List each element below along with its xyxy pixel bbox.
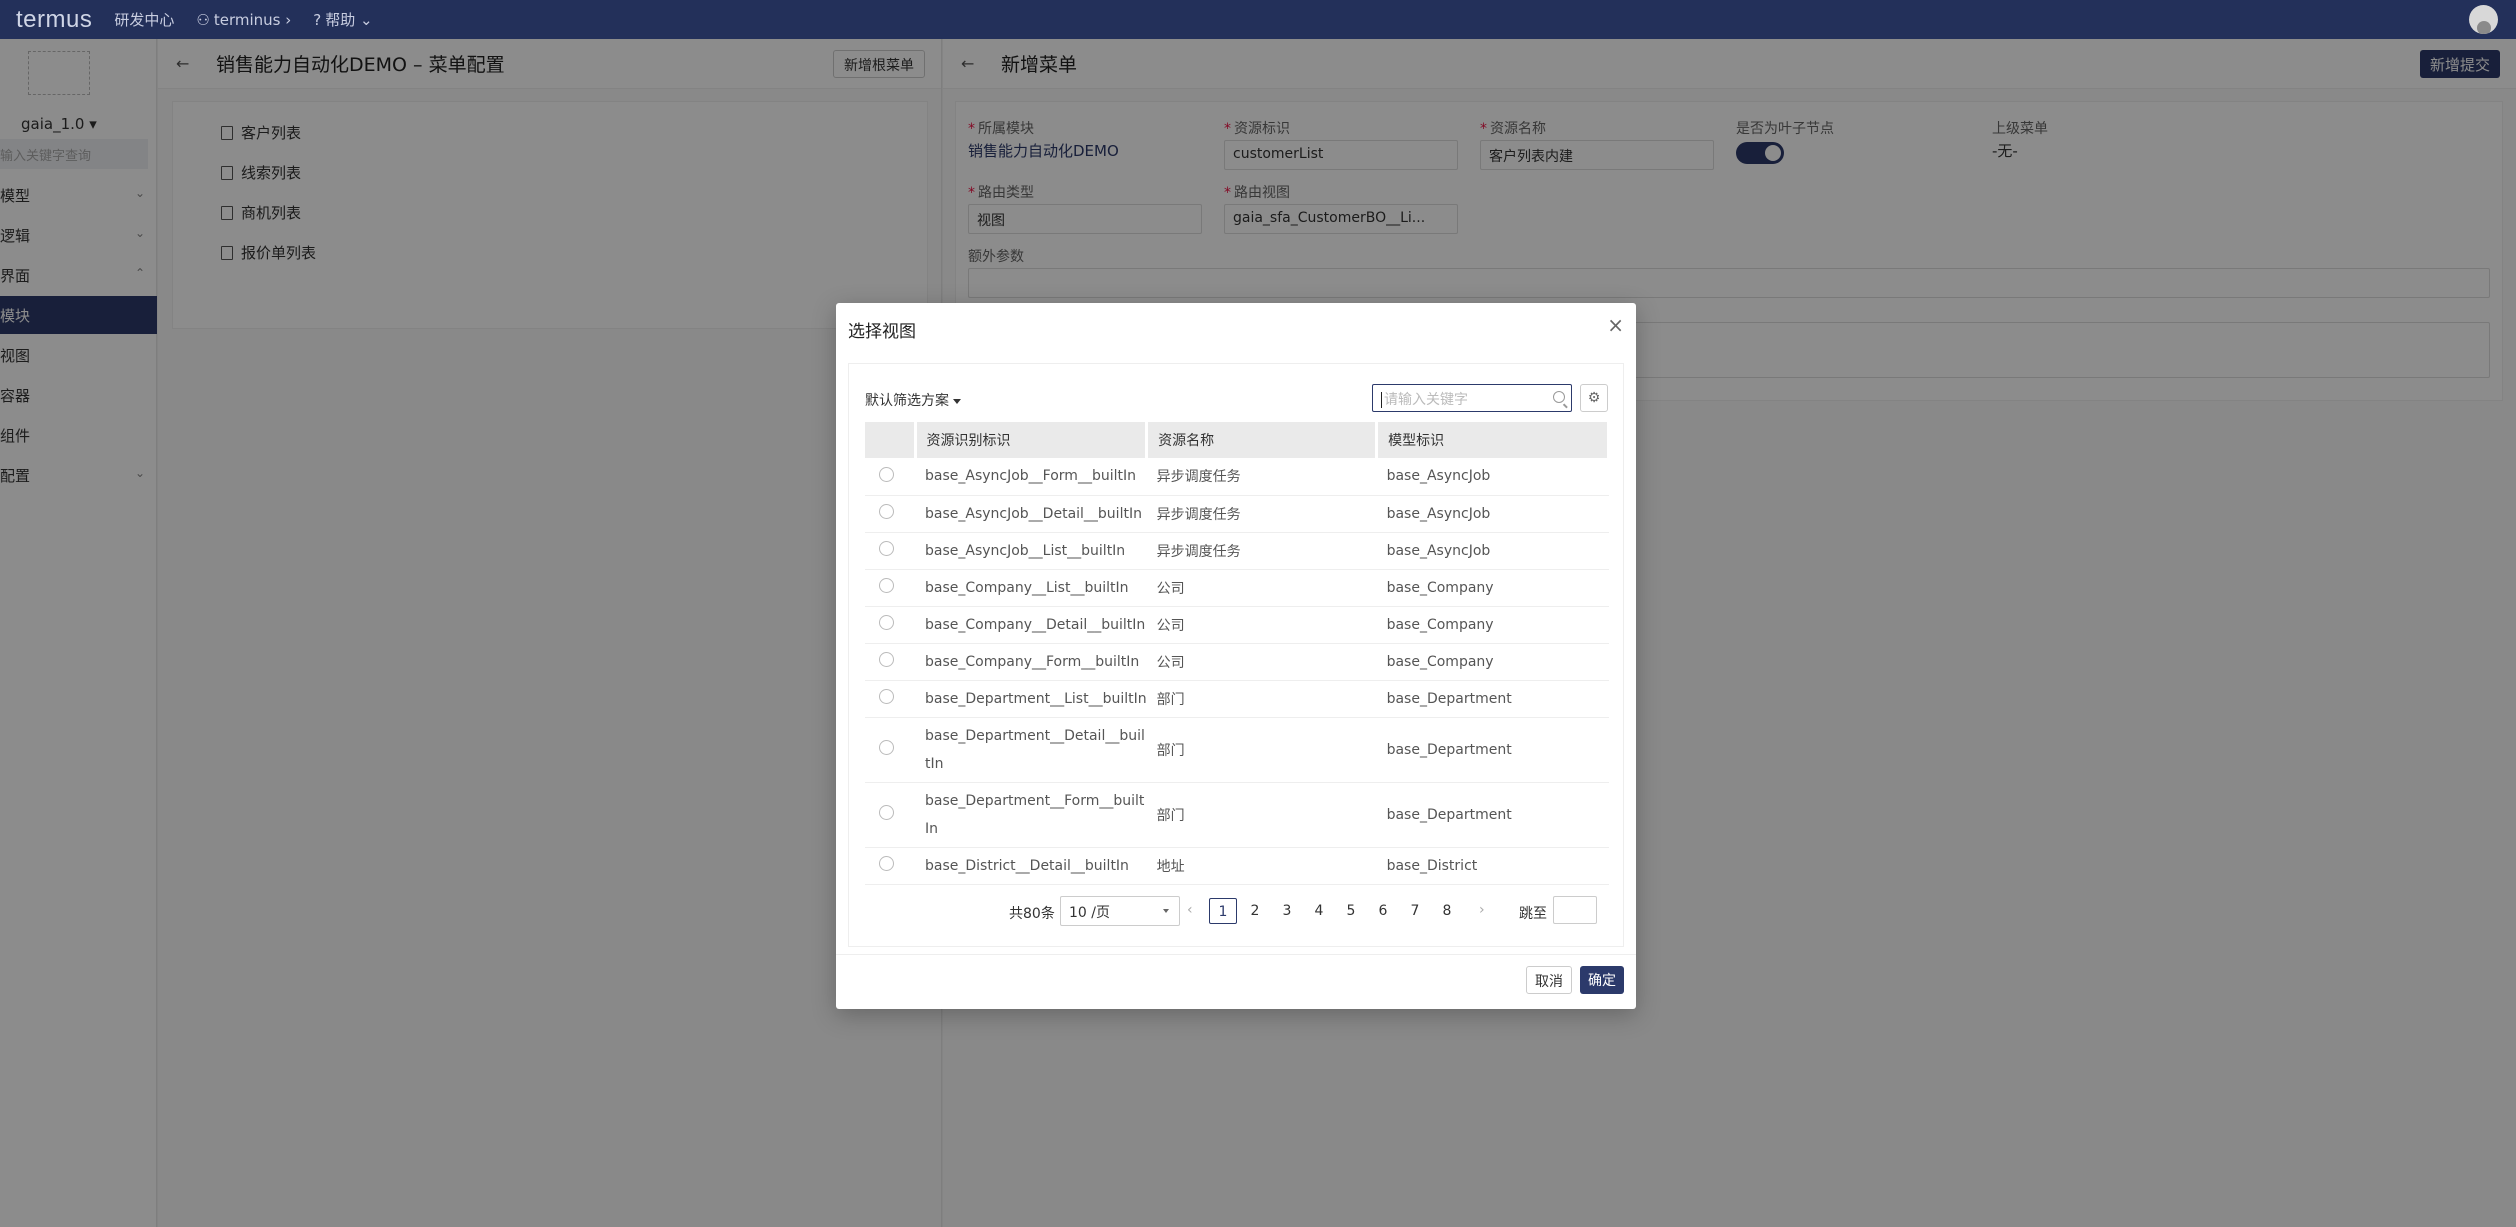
resource-name-cell: 公司: [1146, 569, 1377, 607]
user-icon: ⚇: [196, 10, 210, 29]
page-5[interactable]: 5: [1337, 898, 1365, 924]
resource-id-cell: base_Department__List__builtIn: [915, 680, 1147, 718]
total-count: 共80条: [1009, 906, 1055, 922]
resource-id-cell: base_Department__Detail__builtIn: [915, 717, 1147, 783]
page-8[interactable]: 8: [1433, 898, 1461, 924]
nav-rd-center[interactable]: 研发中心: [114, 9, 174, 30]
page-size-value: 10 /页: [1069, 905, 1110, 921]
resource-id-cell: base_AsyncJob__List__builtIn: [915, 532, 1147, 570]
row-radio[interactable]: [879, 541, 894, 556]
resource-id-cell: base_Department__Form__builtIn: [915, 782, 1147, 848]
model-id-cell: base_AsyncJob: [1376, 458, 1609, 496]
modal-title: 选择视图: [848, 322, 916, 342]
column-header: 模型标识: [1376, 422, 1610, 458]
resource-name-cell: 公司: [1146, 643, 1377, 681]
search-placeholder: 请输入关键字: [1384, 392, 1468, 408]
search-icon[interactable]: [1553, 391, 1565, 403]
page-7[interactable]: 7: [1401, 898, 1429, 924]
modal-footer: 取消 确定: [836, 954, 1636, 1009]
nav-help[interactable]: ? 帮助 ⌄: [313, 9, 372, 30]
resource-name-cell: 部门: [1146, 717, 1377, 783]
table-row[interactable]: base_Department__Detail__builtIn 部门 base_D…: [865, 717, 1609, 783]
cancel-button[interactable]: 取消: [1526, 966, 1572, 994]
select-column-header: [865, 422, 917, 458]
row-radio[interactable]: [879, 689, 894, 704]
select-view-modal: 选择视图 × 默认筛选方案 请输入关键字 ⚙ 资源识别标识 资源名称 模型标识 …: [836, 303, 1636, 1009]
model-id-cell: base_AsyncJob: [1376, 532, 1609, 570]
page-4[interactable]: 4: [1305, 898, 1333, 924]
resource-id-cell: base_Company__Form__builtIn: [915, 643, 1147, 681]
table-row[interactable]: base_AsyncJob__List__builtIn 异步调度任务 base_A…: [865, 532, 1609, 570]
page-1[interactable]: 1: [1209, 898, 1237, 924]
resource-name-cell: 异步调度任务: [1146, 495, 1377, 533]
row-radio[interactable]: [879, 740, 894, 755]
row-radio[interactable]: [879, 805, 894, 820]
table-row[interactable]: base_District__Detail__builtIn 地址 base_Dis…: [865, 847, 1609, 885]
resource-id-cell: base_District__Detail__builtIn: [915, 847, 1147, 885]
next-page-icon[interactable]: ›: [1479, 902, 1485, 918]
row-radio[interactable]: [879, 856, 894, 871]
table-row[interactable]: base_Department__List__builtIn 部门 base_Dep…: [865, 680, 1609, 718]
table-row[interactable]: base_Company__List__builtIn 公司 base_Compan…: [865, 569, 1609, 607]
row-radio[interactable]: [879, 615, 894, 630]
caret-down-icon: [953, 398, 961, 404]
prev-page-icon[interactable]: ‹: [1187, 902, 1193, 918]
pagination: 共80条 10 /页 ‹ 1 2 3 4 5 6 7 8 › 跳至: [849, 896, 1625, 930]
resource-name-cell: 公司: [1146, 606, 1377, 644]
resource-name-cell: 地址: [1146, 847, 1377, 885]
text-cursor: [1381, 392, 1382, 408]
model-id-cell: base_Company: [1376, 643, 1609, 681]
row-radio[interactable]: [879, 578, 894, 593]
table-row[interactable]: base_Company__Detail__builtIn 公司 base_Comp…: [865, 606, 1609, 644]
resource-name-cell: 异步调度任务: [1146, 458, 1377, 496]
row-radio[interactable]: [879, 466, 894, 482]
table-row[interactable]: base_Company__Form__builtIn 公司 base_Compan…: [865, 643, 1609, 681]
resource-id-cell: base_AsyncJob__Detail__builtIn: [915, 495, 1147, 533]
nav-terminus[interactable]: ⚇ terminus ›: [196, 11, 291, 29]
nav-help-label: 帮助 ⌄: [325, 11, 373, 29]
model-id-cell: base_Department: [1376, 782, 1609, 848]
search-input[interactable]: 请输入关键字: [1372, 384, 1572, 412]
model-id-cell: base_Company: [1376, 606, 1609, 644]
page-size-select[interactable]: 10 /页: [1060, 896, 1180, 926]
table-header-row: 资源识别标识 资源名称 模型标识: [865, 422, 1610, 458]
help-icon: ?: [313, 10, 322, 29]
resource-name-cell: 异步调度任务: [1146, 532, 1377, 570]
avatar[interactable]: [2469, 5, 2498, 34]
jump-to-input[interactable]: [1553, 896, 1597, 924]
modal-body: 默认筛选方案 请输入关键字 ⚙ 资源识别标识 资源名称 模型标识 base_As…: [848, 363, 1624, 947]
resource-id-cell: base_AsyncJob__Form__builtIn: [915, 458, 1147, 496]
page-3[interactable]: 3: [1273, 898, 1301, 924]
jump-to-label: 跳至: [1519, 906, 1547, 922]
close-icon[interactable]: ×: [1607, 313, 1624, 337]
row-radio[interactable]: [879, 652, 894, 667]
caret-down-icon: [1163, 909, 1169, 913]
resource-id-cell: base_Company__List__builtIn: [915, 569, 1147, 607]
table-row[interactable]: base_AsyncJob__Form__builtIn 异步调度任务 base_A…: [865, 458, 1609, 496]
app-logo[interactable]: termus: [16, 6, 92, 34]
table-row[interactable]: base_Department__Form__builtIn 部门 base_Dep…: [865, 782, 1609, 848]
page-6[interactable]: 6: [1369, 898, 1397, 924]
filter-scheme-label: 默认筛选方案: [865, 393, 949, 409]
settings-gear-icon[interactable]: ⚙: [1580, 384, 1608, 412]
model-id-cell: base_Department: [1376, 680, 1609, 718]
model-id-cell: base_Company: [1376, 569, 1609, 607]
row-radio[interactable]: [879, 504, 894, 519]
resource-name-cell: 部门: [1146, 680, 1377, 718]
view-table: 资源识别标识 资源名称 模型标识 base_AsyncJob__Form__bu…: [865, 422, 1610, 885]
filter-scheme-dropdown[interactable]: 默认筛选方案: [865, 390, 961, 410]
resource-name-cell: 部门: [1146, 782, 1377, 848]
top-navbar: termus 研发中心 ⚇ terminus › ? 帮助 ⌄: [0, 0, 2516, 39]
table-row[interactable]: base_AsyncJob__Detail__builtIn 异步调度任务 base…: [865, 495, 1609, 533]
nav-terminus-label: terminus ›: [213, 10, 292, 29]
column-header: 资源识别标识: [915, 422, 1149, 458]
page-2[interactable]: 2: [1241, 898, 1269, 924]
model-id-cell: base_AsyncJob: [1376, 495, 1609, 533]
confirm-button[interactable]: 确定: [1580, 966, 1624, 994]
resource-id-cell: base_Company__Detail__builtIn: [915, 606, 1147, 644]
model-id-cell: base_Department: [1376, 717, 1609, 783]
model-id-cell: base_District: [1376, 847, 1609, 885]
column-header: 资源名称: [1146, 422, 1379, 458]
